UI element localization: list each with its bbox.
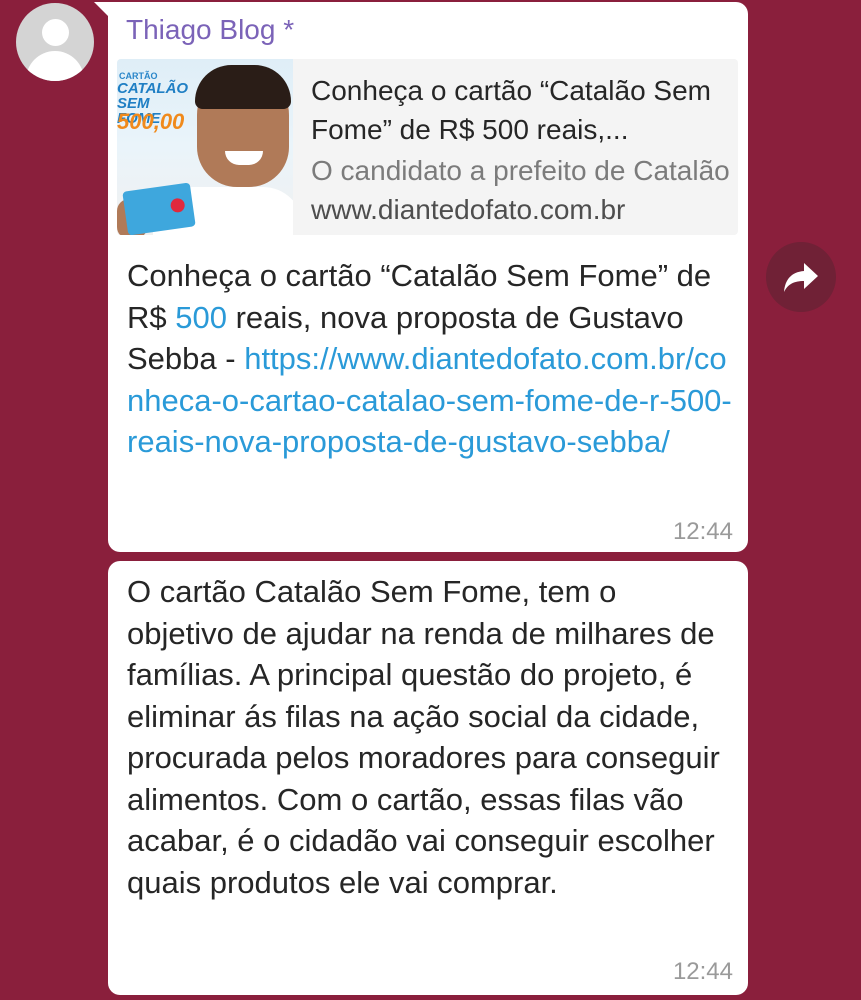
link-preview-card[interactable]: CARTÃO CATALÃO SEM FOME 500,00 Conheça o…: [117, 59, 738, 235]
sender-name[interactable]: Thiago Blog *: [126, 14, 294, 46]
message-bubble-2[interactable]: O cartão Catalão Sem Fome, tem o objetiv…: [108, 561, 748, 995]
thumbnail-heart-shape: [169, 197, 186, 214]
link-preview-description: O candidato a prefeito de Catalão: [311, 155, 730, 186]
thumbnail-card-shape: [122, 182, 196, 235]
sender-avatar[interactable]: [16, 3, 94, 81]
message-timestamp: 12:44: [672, 518, 733, 545]
forward-arrow-icon: [784, 263, 818, 292]
forward-button[interactable]: [766, 242, 836, 312]
message-text: Conheça o cartão “Catalão Sem Fome” de R…: [127, 255, 737, 463]
avatar-head-shape: [42, 19, 69, 46]
message-text: O cartão Catalão Sem Fome, tem o objetiv…: [127, 574, 720, 900]
thumbnail-amount-text: 500,00: [117, 109, 185, 134]
phone-number-link[interactable]: 500: [175, 300, 227, 335]
link-preview-domain: www.diantedofato.com.br: [311, 194, 626, 225]
link-preview-title: Conheça o cartão “Catalão Sem Fome” de R…: [311, 75, 711, 145]
message-bubble-1[interactable]: Thiago Blog * CARTÃO CATALÃO SEM FOME 50…: [108, 2, 748, 552]
thumbnail-hair-shape: [195, 65, 291, 109]
link-preview-thumbnail: CARTÃO CATALÃO SEM FOME 500,00: [117, 59, 293, 235]
message-timestamp: 12:44: [672, 958, 733, 985]
avatar-body-shape: [26, 51, 84, 81]
